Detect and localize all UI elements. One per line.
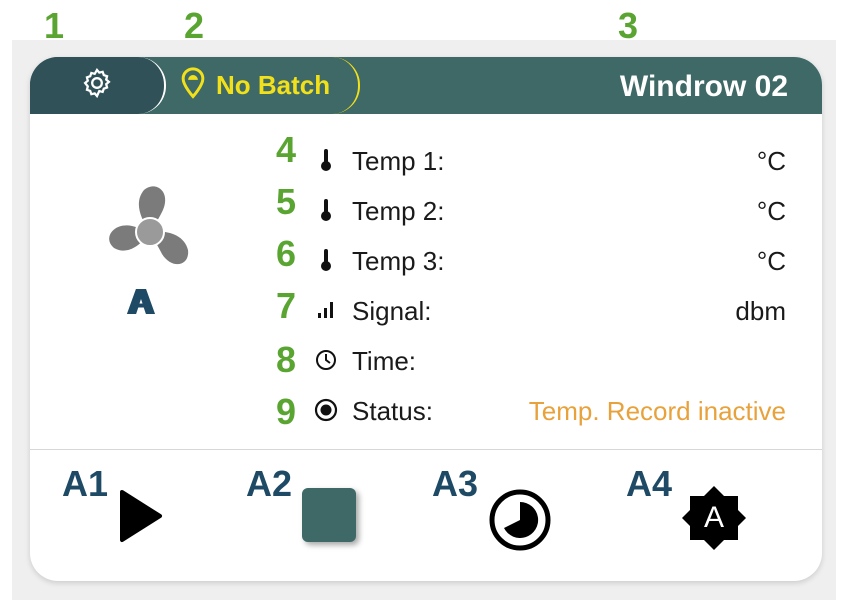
callout-a2: A2 bbox=[246, 463, 293, 504]
signal-bars-icon bbox=[314, 298, 338, 322]
gear-icon bbox=[80, 66, 114, 105]
batch-label: No Batch bbox=[216, 70, 331, 100]
radio-icon bbox=[314, 398, 338, 422]
callout-a: A bbox=[130, 281, 156, 322]
callout-2: 2 bbox=[184, 5, 205, 46]
stop-button[interactable] bbox=[302, 488, 356, 542]
schedule-button[interactable] bbox=[488, 488, 552, 557]
location-pin-icon bbox=[180, 67, 206, 104]
callout-4: 4 bbox=[276, 129, 297, 170]
reading-value: °C bbox=[756, 146, 786, 176]
reading-label: Temp 2: bbox=[352, 196, 445, 226]
card-header: No Batch Windrow 02 bbox=[30, 57, 822, 114]
reading-label: Status: bbox=[352, 396, 433, 426]
clock-icon bbox=[314, 348, 338, 372]
reading-row-temp1: Temp 1: °C bbox=[314, 140, 786, 180]
callout-3: 3 bbox=[618, 5, 639, 46]
callout-9: 9 bbox=[276, 391, 297, 432]
auto-badge-letter: A bbox=[703, 501, 724, 534]
reading-value: °C bbox=[756, 246, 786, 276]
thermometer-icon bbox=[314, 248, 338, 272]
reading-value: dbm bbox=[735, 296, 786, 326]
reading-label: Temp 1: bbox=[352, 146, 445, 176]
callout-8: 8 bbox=[276, 339, 297, 380]
reading-label: Temp 3: bbox=[352, 246, 445, 276]
callout-a4: A4 bbox=[626, 463, 673, 504]
status-value: Temp. Record inactive bbox=[528, 396, 786, 426]
reading-row-signal: Signal: dbm bbox=[314, 290, 786, 330]
thermometer-icon bbox=[314, 198, 338, 222]
reading-row-temp3: Temp 3: °C bbox=[314, 240, 786, 280]
reading-label: Time: bbox=[352, 346, 417, 376]
callout-6: 6 bbox=[276, 233, 297, 274]
thermometer-icon bbox=[314, 148, 338, 172]
callout-5: 5 bbox=[276, 181, 297, 222]
play-button[interactable] bbox=[118, 488, 164, 549]
callout-1: 1 bbox=[44, 5, 65, 46]
settings-button[interactable] bbox=[30, 57, 166, 114]
windrow-title: Windrow 02 bbox=[619, 70, 788, 103]
reading-row-time: Time: bbox=[314, 340, 786, 380]
fan-icon[interactable] bbox=[100, 182, 200, 282]
reading-label: Signal: bbox=[352, 296, 432, 326]
reading-row-status: Status: Temp. Record inactive bbox=[314, 390, 786, 430]
play-icon bbox=[118, 490, 164, 548]
divider bbox=[30, 449, 822, 450]
reading-row-temp2: Temp 2: °C bbox=[314, 190, 786, 230]
reading-value: °C bbox=[756, 196, 786, 226]
auto-mode-button[interactable]: A bbox=[680, 484, 748, 552]
callout-a3: A3 bbox=[432, 463, 479, 504]
callout-a1: A1 bbox=[62, 463, 109, 504]
callout-7: 7 bbox=[276, 285, 297, 326]
pie-timer-icon bbox=[488, 489, 552, 556]
batch-selector[interactable]: No Batch bbox=[168, 57, 360, 114]
